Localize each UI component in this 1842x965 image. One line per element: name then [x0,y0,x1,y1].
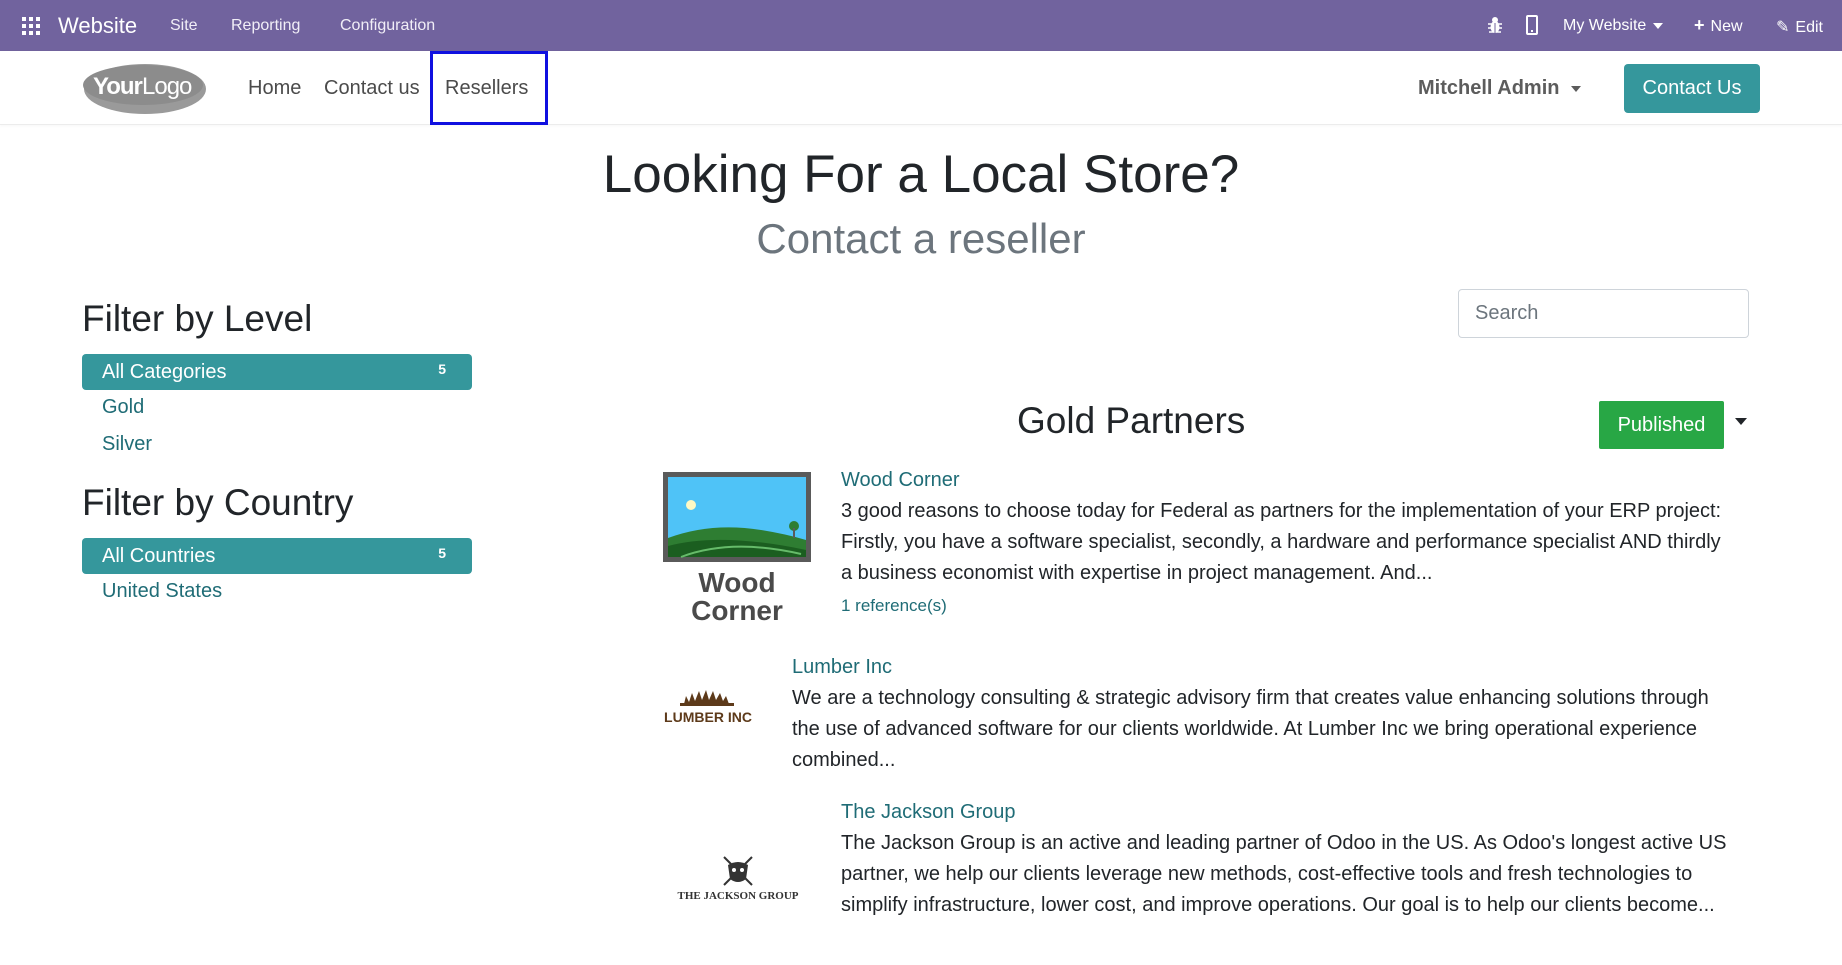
filter-country-all-label: All Countries [102,545,216,567]
page-subtitle: Contact a reseller [756,215,1086,262]
edit-button-label: Edit [1795,19,1823,36]
plus-icon: + [1694,15,1705,35]
partner-references-wood-corner[interactable]: 1 reference(s) [841,596,947,616]
apps-grid-icon[interactable] [22,17,42,35]
search-input[interactable] [1458,289,1749,338]
desc-line: the use of advanced software for our cli… [792,718,1697,740]
chevron-down-icon[interactable] [1735,418,1747,425]
filter-level-heading: Filter by Level [82,298,313,339]
website-switcher-label: My Website [1563,17,1647,34]
site-logo[interactable]: Your Logo [81,61,207,115]
desc-line: partner, we help our clients leverage ne… [841,863,1693,885]
new-button[interactable]: + New [1694,15,1743,36]
partner-logo-wood-corner[interactable]: Wood Corner [661,470,813,630]
nav-contact-us[interactable]: Contact us [324,77,420,100]
app-name[interactable]: Website [58,13,137,39]
bug-icon[interactable] [1487,16,1503,34]
chevron-down-icon [1571,85,1582,92]
desc-line: combined... [792,749,896,771]
partner-name-lumber-inc[interactable]: Lumber Inc [792,656,892,679]
desc-line: Firstly, you have a software specialist,… [841,531,1721,553]
filter-country-united-states[interactable]: United States [102,580,222,603]
partner-logo-jackson-group[interactable]: THE JACKSON GROUP [660,855,816,905]
count-badge: 5 [438,361,446,377]
nav-resellers-highlight [430,51,548,125]
filter-level-all[interactable]: All Categories 5 [82,354,472,390]
menu-site[interactable]: Site [170,17,198,35]
desc-line: We are a technology consulting & strateg… [792,687,1709,709]
desc-line: 3 good reasons to choose today for Feder… [841,500,1722,522]
desc-line: The Jackson Group is an active and leadi… [841,832,1727,854]
filter-country-heading: Filter by Country [82,482,354,523]
logo-text-light: Logo [142,73,192,100]
filter-level-all-label: All Categories [102,361,227,383]
filter-country-all[interactable]: All Countries 5 [82,538,472,574]
partner-name-jackson-group[interactable]: The Jackson Group [841,801,1016,824]
partner-desc-lumber-inc: We are a technology consulting & strateg… [792,683,1709,776]
menu-reporting[interactable]: Reporting [231,17,300,35]
user-menu[interactable]: Mitchell Admin [1418,77,1582,100]
page-title: Looking For a Local Store? [602,145,1240,204]
contact-us-button[interactable]: Contact Us [1624,64,1760,113]
partner-logo-lumber-inc[interactable]: LUMBER INC [662,682,762,732]
lumber-logo-text: LUMBER INC [664,709,752,725]
filter-level-silver[interactable]: Silver [102,433,152,456]
partner-desc-wood-corner: 3 good reasons to choose today for Feder… [841,496,1721,589]
wood-corner-logo-text-2: Corner [691,595,783,626]
menu-configuration[interactable]: Configuration [340,17,435,35]
wood-corner-logo-text-1: Wood [698,567,775,598]
site-header: Your Logo Home Contact us Resellers Mitc… [0,51,1842,125]
partner-name-wood-corner[interactable]: Wood Corner [841,469,960,492]
partner-desc-jackson-group: The Jackson Group is an active and leadi… [841,828,1726,921]
count-badge: 5 [438,545,446,561]
jackson-logo-text: THE JACKSON GROUP [677,890,798,902]
user-name: Mitchell Admin [1418,77,1560,99]
chevron-down-icon [1653,22,1664,29]
pencil-icon: ✎ [1776,19,1790,36]
website-switcher[interactable]: My Website [1563,17,1664,35]
desc-line: a business economist with expertise in p… [841,562,1433,584]
section-title: Gold Partners [1017,400,1246,441]
published-button[interactable]: Published [1599,401,1724,449]
admin-topbar: Website Site Reporting Configuration My … [0,0,1842,51]
logo-text-bold: Your [93,73,143,100]
new-button-label: New [1710,18,1743,35]
edit-button[interactable]: ✎ Edit [1776,17,1823,37]
filter-level-gold[interactable]: Gold [102,396,144,419]
mobile-preview-icon[interactable] [1526,15,1538,35]
nav-home[interactable]: Home [248,77,301,100]
desc-line: simplify infrastructure, lower cost, and… [841,894,1715,916]
